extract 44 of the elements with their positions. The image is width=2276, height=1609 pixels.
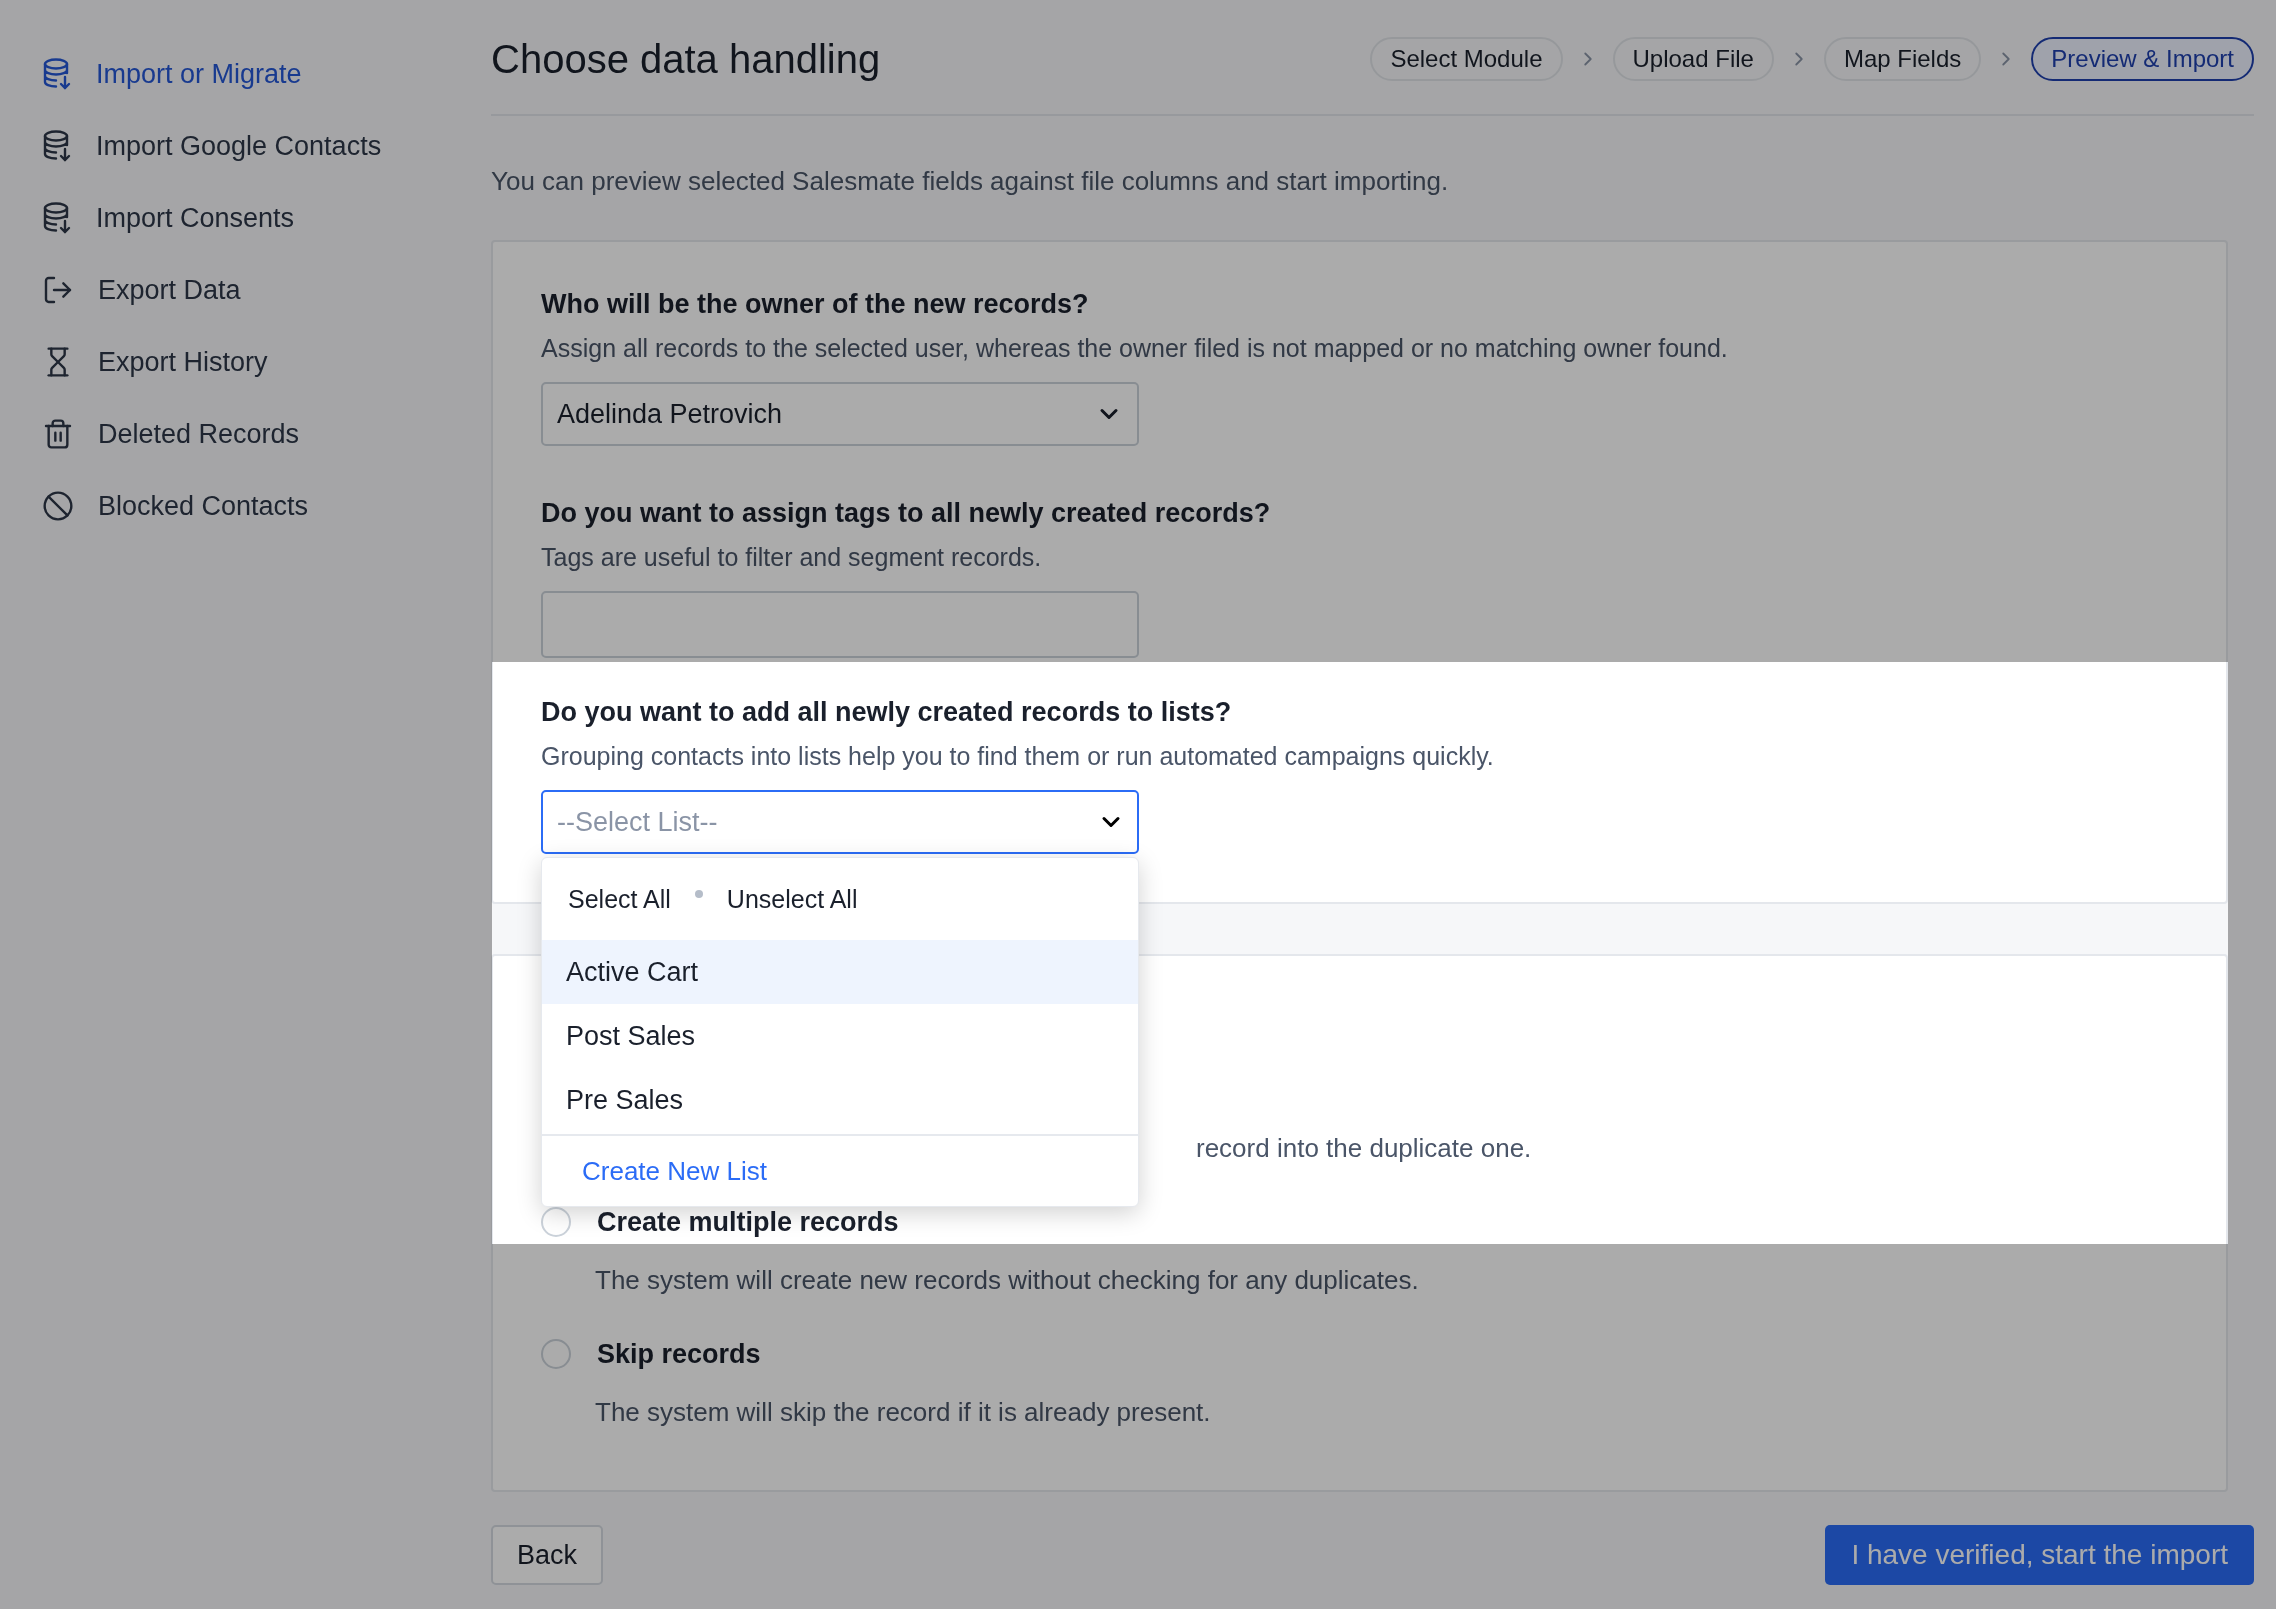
separator-dot: [694, 890, 703, 898]
option-description: record into the duplicate one.: [1196, 1132, 1533, 1165]
step-pill: Map Fields: [1823, 37, 1982, 81]
list-option[interactable]: Post Sales: [542, 1004, 1138, 1068]
tags-input[interactable]: [541, 591, 1139, 658]
question-title: Do you want to assign tags to all newly created records?: [541, 497, 1272, 530]
radio-button[interactable]: [541, 1339, 571, 1369]
radio-button[interactable]: [541, 1207, 571, 1237]
list-option[interactable]: Pre Sales: [542, 1068, 1138, 1132]
database-download-icon: [42, 202, 72, 234]
create-list-link[interactable]: Create New List: [582, 1155, 767, 1187]
select-all-link[interactable]: Select All: [568, 884, 671, 914]
question-title: Do you want to add all newly created records to lists?: [541, 696, 1233, 729]
intro-text: You can preview selected Salesmate fields against file columns and start importing.: [491, 166, 1450, 196]
step-pill: Preview & Import: [2031, 37, 2254, 81]
blocked-icon: [42, 490, 74, 522]
step-pill: Select Module: [1370, 37, 1563, 81]
unselect-all-link[interactable]: Unselect All: [726, 884, 858, 914]
step-pill: Upload File: [1612, 37, 1774, 81]
sidebar-item[interactable]: Import Google Contacts: [42, 122, 491, 170]
owner-select[interactable]: Adelinda Petrovich: [541, 382, 1139, 446]
sidebar-item[interactable]: Deleted Records: [42, 410, 491, 458]
page-title: Choose data handling: [491, 36, 881, 82]
sidebar-item[interactable]: Blocked Contacts: [42, 482, 491, 530]
list-option[interactable]: Active Cart: [542, 940, 1138, 1004]
sidebar-item[interactable]: Export Data: [42, 266, 491, 314]
list-select[interactable]: --Select List--: [541, 790, 1139, 854]
start-import-button[interactable]: I have verified, start the import: [1825, 1525, 2254, 1585]
question-description: Grouping contacts into lists help you to find them or run automated campaigns quickly.: [541, 741, 1495, 772]
question-title: Who will be the owner of the new records?: [541, 288, 1090, 321]
question-description: Tags are useful to filter and segment records.: [541, 542, 1043, 573]
sidebar-item[interactable]: Import or Migrate: [42, 50, 491, 98]
database-download-icon: [42, 58, 72, 90]
database-download-icon: [42, 130, 72, 162]
back-button[interactable]: Back: [491, 1525, 604, 1585]
trash-icon: [42, 418, 74, 450]
option-description: The system will create new records without checking for any duplicates.: [595, 1264, 1420, 1297]
question-description: Assign all records to the selected user, whereas the owner filed is not mapped or no matching owner found.: [541, 333, 1729, 364]
option-description: The system will skip the record if it is already present.: [595, 1396, 1212, 1429]
radio-option[interactable]: Create multiple records: [541, 1204, 2178, 1240]
sidebar-item[interactable]: Import Consents: [42, 194, 491, 242]
export-icon: [42, 274, 74, 306]
radio-option[interactable]: Skip records: [541, 1336, 2178, 1372]
sidebar-item[interactable]: Export History: [42, 338, 491, 386]
